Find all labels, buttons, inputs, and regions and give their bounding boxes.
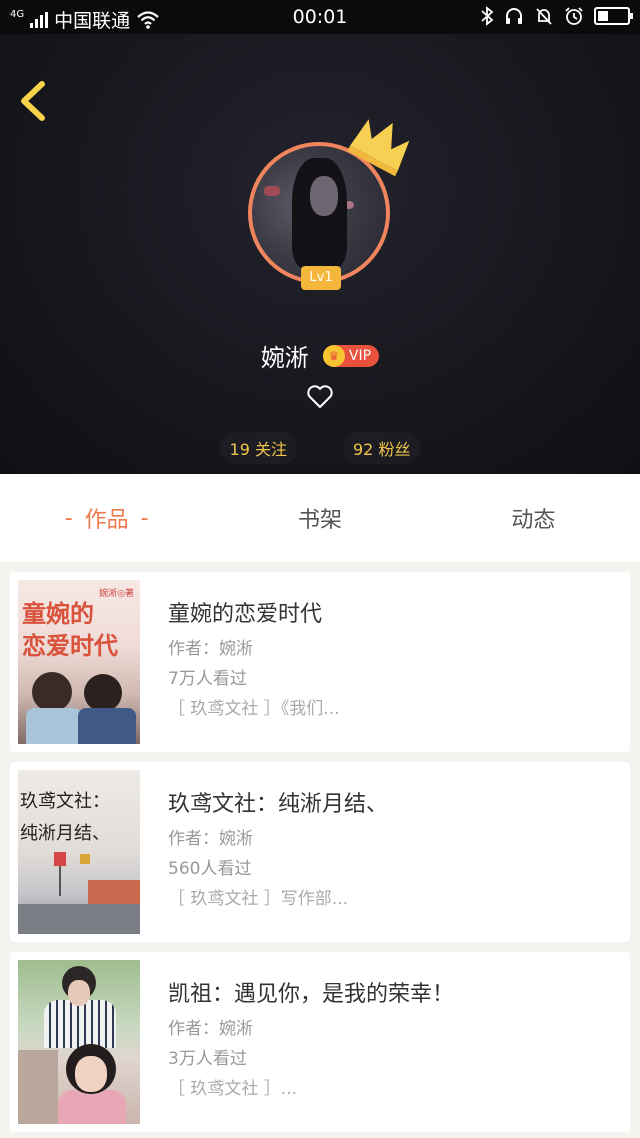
book-cover: 婉淅◎著 童婉的 恋爱时代 [18, 580, 140, 744]
cover-title: 玖鸢文社： 纯淅月结、 [20, 791, 110, 844]
following-count[interactable]: 19 关注 [220, 432, 297, 464]
work-author: 作者：婉淅 [168, 1019, 253, 1039]
work-views: 7万人看过 [168, 669, 247, 689]
tab-label: 作品 [84, 508, 129, 533]
work-author: 作者：婉淅 [168, 639, 253, 659]
work-views: 560人看过 [168, 859, 252, 879]
mute-icon [536, 8, 552, 25]
vip-badge: ♛ VIP [322, 344, 380, 367]
tab-works[interactable]: - 作品 - [0, 474, 213, 562]
headset-icon [506, 8, 522, 24]
crown-icon [347, 119, 410, 177]
level-badge: Lv1 [301, 266, 341, 290]
tab-label: 动态 [511, 508, 556, 533]
work-card[interactable]: 凯祖：遇见你，是我的荣幸！ 作者：婉淅 3万人看过 ［ 玖鸢文社 ］... [10, 952, 630, 1132]
work-description: ［ 玖鸢文社 ］... [168, 1079, 298, 1099]
tab-bar: - 作品 - 书架 动态 [0, 474, 640, 562]
tab-indicator-right: - [140, 505, 149, 531]
book-cover: 玖鸢文社： 纯淅月结、 [18, 770, 140, 934]
work-title: 童婉的恋爱时代 [168, 602, 323, 627]
profile-header: Lv1 婉淅 ♛ VIP 19 关注 92 粉丝 [0, 34, 640, 474]
work-views: 3万人看过 [168, 1049, 247, 1069]
back-arrow-icon[interactable] [14, 78, 54, 124]
bluetooth-icon [481, 6, 494, 26]
cover-title: 童婉的 恋爱时代 [22, 600, 118, 660]
work-card[interactable]: 玖鸢文社： 纯淅月结、 玖鸢文社：纯淅月结、 作者：婉淅 560人看过 ［ 玖鸢… [10, 762, 630, 942]
work-title: 玖鸢文社：纯淅月结、 [168, 792, 389, 817]
vip-label: VIP [348, 347, 372, 364]
tab-label: 书架 [297, 508, 342, 533]
followers-count[interactable]: 92 粉丝 [343, 432, 420, 464]
alarm-icon [565, 7, 583, 25]
vip-crown-icon: ♛ [322, 344, 345, 367]
work-title: 凯祖：遇见你，是我的荣幸！ [168, 982, 455, 1007]
tab-bookshelf[interactable]: 书架 [213, 474, 426, 562]
work-description: ［ 玖鸢文社 ］写作部... [168, 889, 349, 909]
work-description: ［ 玖鸢文社 ］《我们... [168, 699, 340, 719]
work-author: 作者：婉淅 [168, 829, 253, 849]
heart-icon[interactable] [306, 384, 334, 410]
tab-indicator-left: - [64, 505, 73, 531]
status-bar: 4G 中国联通 00:01 [0, 0, 640, 34]
username: 婉淅 [260, 344, 309, 372]
work-card[interactable]: 婉淅◎著 童婉的 恋爱时代 童婉的恋爱时代 作者：婉淅 7万人看过 ［ 玖鸢文社… [10, 572, 630, 752]
book-cover [18, 960, 140, 1124]
battery-icon [594, 7, 633, 25]
tab-activity[interactable]: 动态 [427, 474, 640, 562]
